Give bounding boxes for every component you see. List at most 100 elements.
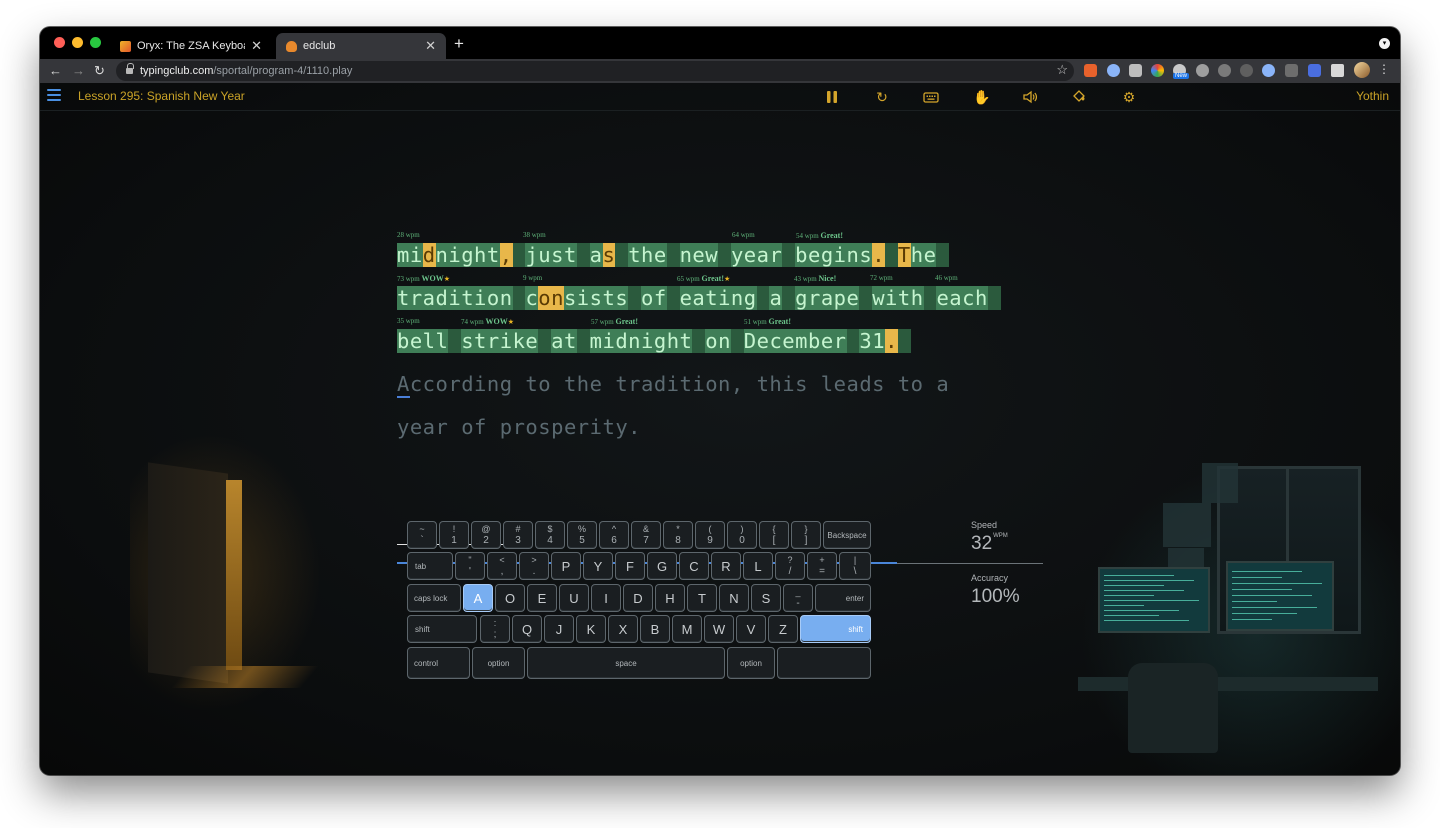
new-tab-icon[interactable]: + <box>454 33 464 55</box>
word-stats-row: 35 wpm 74 wpm WOW★ 57 wpm Great! 51 wpm … <box>397 317 1047 327</box>
key-quote: " ' <box>455 552 485 580</box>
wall-poster <box>1202 463 1238 503</box>
profile-avatar[interactable] <box>1354 62 1370 78</box>
key-9: (9 <box>695 521 725 549</box>
key-4: $4 <box>535 521 565 549</box>
key-e: E <box>527 584 557 612</box>
key-8: * 8 <box>663 521 693 549</box>
window-controls <box>54 37 101 48</box>
word-speed: 46 wpm <box>935 274 958 282</box>
text-row: year of prosperity. <box>397 403 1047 446</box>
browser-toolbar: ← → ↻ typingclub.com/sportal/program-4/1… <box>40 59 1400 83</box>
extension-icon[interactable] <box>1262 64 1275 77</box>
key-option-right: option <box>727 647 775 679</box>
address-bar[interactable]: typingclub.com/sportal/program-4/1110.pl… <box>116 61 1074 81</box>
paint-bucket-icon[interactable] <box>1071 89 1087 105</box>
typed-line: midnight, just as the new year begins. T… <box>397 243 950 267</box>
typed-line: tradition consists of eating a grape wit… <box>397 286 1001 310</box>
new-badge: New <box>1173 73 1190 79</box>
key-x: X <box>608 615 638 643</box>
bookmark-star-icon[interactable]: ☆ <box>1056 62 1068 78</box>
text-row: 35 wpm 74 wpm WOW★ 57 wpm Great! 51 wpm … <box>397 317 1047 360</box>
key-c: C <box>679 552 709 580</box>
word-speed: 72 wpm <box>870 274 893 282</box>
extension-icon[interactable] <box>1129 64 1142 77</box>
speed-label: Speed <box>971 520 998 530</box>
key-g: G <box>647 552 677 580</box>
tab-title: edclub <box>303 40 336 52</box>
close-window-button[interactable] <box>54 37 65 48</box>
tab-title: Oryx: The ZSA Keyboard Conf <box>137 40 245 52</box>
office-chair <box>1128 663 1218 753</box>
key-3: #3 <box>503 521 533 549</box>
word-speed: 51 wpm Great! <box>744 317 792 326</box>
extension-icon[interactable] <box>1218 64 1231 77</box>
key-i: I <box>591 584 621 612</box>
extension-icon[interactable] <box>1240 64 1253 77</box>
key-equals: + = <box>807 552 837 580</box>
minimize-window-button[interactable] <box>72 37 83 48</box>
word-speed: 9 wpm <box>523 274 543 282</box>
extension-icon[interactable] <box>1196 64 1209 77</box>
close-tab-icon[interactable]: ✕ <box>425 38 436 54</box>
username[interactable]: Yothin <box>1356 89 1389 103</box>
lock-icon <box>126 63 134 75</box>
key-k: K <box>576 615 606 643</box>
pause-icon[interactable] <box>824 89 840 105</box>
key-f: F <box>615 552 645 580</box>
word-speed: 73 wpm WOW★ <box>397 274 451 283</box>
tab-edclub[interactable]: edclub ✕ <box>276 33 446 59</box>
text-row: According to the tradition, this leads t… <box>397 360 1047 403</box>
word-speed: 35 wpm <box>397 317 420 325</box>
forward-icon[interactable]: → <box>72 62 85 80</box>
extension-icon[interactable] <box>1308 64 1321 77</box>
keyboard-icon[interactable] <box>923 89 939 105</box>
key-y: Y <box>583 552 613 580</box>
edclub-favicon-icon <box>286 40 297 52</box>
oryx-favicon-icon <box>120 40 131 52</box>
word-speed: 38 wpm <box>523 231 546 239</box>
hand-icon[interactable]: ✋ <box>973 89 990 105</box>
tab-search-icon[interactable]: ▾ <box>1379 38 1390 49</box>
back-icon[interactable]: ← <box>49 62 62 80</box>
text-row: 73 wpm WOW★ 9 wpm 65 wpm Great!★ 43 wpm … <box>397 274 1047 317</box>
key-option-left: option <box>472 647 525 679</box>
puzzle-icon[interactable] <box>1331 64 1344 77</box>
key-period: >. <box>519 552 549 580</box>
extension-icon[interactable] <box>1084 64 1097 77</box>
settings-icon[interactable]: ⚙ <box>1121 89 1137 105</box>
key-l: L <box>743 552 773 580</box>
open-door <box>148 462 228 684</box>
typing-area[interactable]: 28 wpm 38 wpm 64 wpm 54 wpm Great! midni… <box>397 231 1047 564</box>
key-dash: _ - <box>783 584 813 612</box>
word-stats-row: 73 wpm WOW★ 9 wpm 65 wpm Great!★ 43 wpm … <box>397 274 1047 284</box>
reload-icon[interactable]: ↻ <box>94 62 105 80</box>
lesson-header: Lesson 295: Spanish New Year ↻ ✋ ⚙ Yothi… <box>40 83 1400 111</box>
tab-oryx[interactable]: Oryx: The ZSA Keyboard Conf ✕ <box>110 33 272 59</box>
hamburger-menu-icon[interactable] <box>47 89 61 101</box>
url-text: typingclub.com/sportal/program-4/1110.pl… <box>140 65 353 77</box>
key-6: ^ 6 <box>599 521 629 549</box>
key-2: @2 <box>471 521 501 549</box>
close-tab-icon[interactable]: ✕ <box>251 38 262 54</box>
sound-icon[interactable] <box>1022 89 1038 105</box>
key-h: H <box>655 584 685 612</box>
chrome-extension-icon[interactable] <box>1151 64 1164 77</box>
restart-icon[interactable]: ↻ <box>874 89 890 105</box>
key-shift-left: shift <box>407 615 477 643</box>
key-d: D <box>623 584 653 612</box>
extension-icon[interactable] <box>1107 64 1120 77</box>
more-menu-icon[interactable]: ⋮ <box>1378 62 1390 76</box>
zoom-window-button[interactable] <box>90 37 101 48</box>
browser-window: Oryx: The ZSA Keyboard Conf ✕ edclub ✕ +… <box>40 27 1400 775</box>
key-b: B <box>640 615 670 643</box>
key-7: & 7 <box>631 521 661 549</box>
key-backspace: Backspace <box>823 521 871 549</box>
word-speed: 28 wpm <box>397 231 420 239</box>
lesson-title: Lesson 295: Spanish New Year <box>78 89 245 103</box>
key-m: M <box>672 615 702 643</box>
typing-page: Lesson 295: Spanish New Year ↻ ✋ ⚙ Yothi… <box>40 83 1400 775</box>
extension-icon[interactable] <box>1285 64 1298 77</box>
word-stats-row: 28 wpm 38 wpm 64 wpm 54 wpm Great! <box>397 231 1047 241</box>
key-shift-right: shift <box>800 615 871 643</box>
